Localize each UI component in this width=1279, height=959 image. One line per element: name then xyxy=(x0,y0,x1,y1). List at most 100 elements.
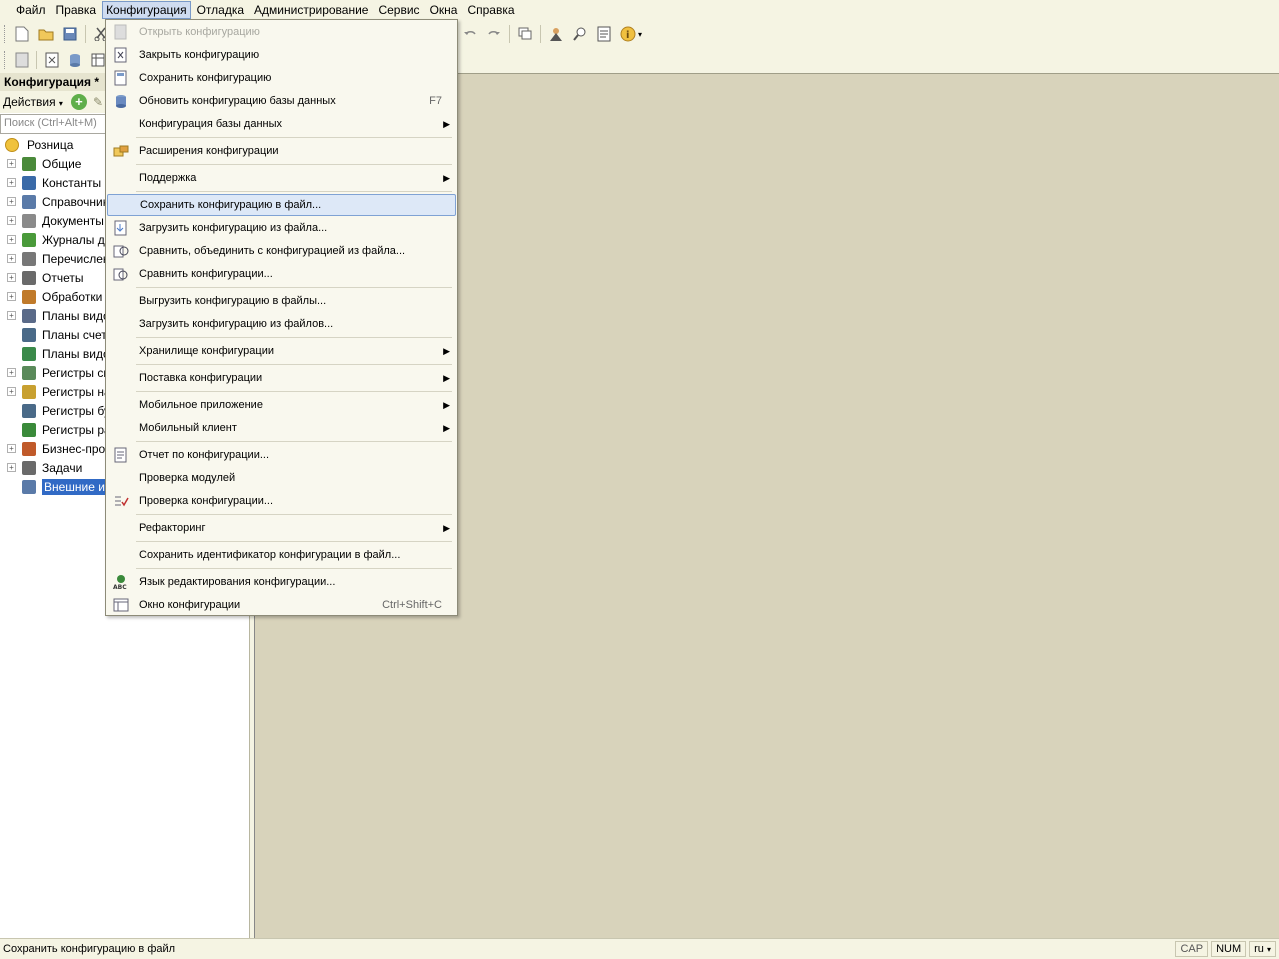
status-text: Сохранить конфигурацию в файл xyxy=(3,943,176,955)
menu-separator xyxy=(136,337,452,338)
menu-item[interactable]: Поставка конфигурации ▶ xyxy=(107,367,456,389)
menu-item[interactable]: Проверка конфигурации... xyxy=(107,490,456,512)
menu-shortcut: F7 xyxy=(429,95,442,107)
find-icon[interactable] xyxy=(570,24,590,44)
expand-icon[interactable]: + xyxy=(7,463,16,472)
database-icon[interactable] xyxy=(65,50,84,70)
menu-item[interactable]: Сравнить, объединить с конфигурацией из … xyxy=(107,240,456,262)
open-config-icon xyxy=(113,24,129,40)
menu-configuration[interactable]: Конфигурация xyxy=(102,1,191,19)
update-db-icon xyxy=(113,93,129,109)
menu-item[interactable]: Открыть конфигурацию xyxy=(107,21,456,43)
menu-item[interactable]: Выгрузить конфигурацию в файлы... xyxy=(107,290,456,312)
toolbar-separator xyxy=(85,25,86,43)
menu-administration[interactable]: Администрирование xyxy=(250,1,372,19)
load-file-icon xyxy=(113,220,129,236)
submenu-arrow-icon: ▶ xyxy=(443,172,450,183)
menu-item[interactable]: Закрыть конфигурацию xyxy=(107,44,456,66)
menu-bar: Файл Правка Конфигурация Отладка Админис… xyxy=(0,0,1279,20)
redo-icon[interactable] xyxy=(484,24,504,44)
menu-file[interactable]: Файл xyxy=(12,1,50,19)
config-tree-icon[interactable] xyxy=(12,50,31,70)
menu-item[interactable]: Сохранить конфигурацию xyxy=(107,67,456,89)
expand-icon[interactable]: + xyxy=(7,311,16,320)
expand-icon[interactable]: + xyxy=(7,368,16,377)
menu-item-label: Сравнить конфигурации... xyxy=(139,268,273,280)
menu-windows[interactable]: Окна xyxy=(426,1,462,19)
menu-icon-placeholder xyxy=(113,116,129,132)
menu-item[interactable]: Поддержка ▶ xyxy=(107,167,456,189)
language-selector[interactable]: ru ▾ xyxy=(1249,941,1276,957)
toolbar-grip[interactable] xyxy=(4,25,7,43)
expand-icon[interactable]: + xyxy=(7,254,16,263)
tree-item-label: Бизнес-проц xyxy=(42,441,113,456)
windows-icon[interactable] xyxy=(515,24,535,44)
expand-icon[interactable]: + xyxy=(7,178,16,187)
tree-item-label: Регистры ра xyxy=(42,422,111,437)
expand-icon[interactable]: + xyxy=(7,273,16,282)
tree-item-label: Внешние ис xyxy=(42,478,113,495)
menu-item[interactable]: Мобильное приложение ▶ xyxy=(107,394,456,416)
abc-language-icon: ABC xyxy=(113,574,129,591)
menu-shortcut: Ctrl+Shift+C xyxy=(382,599,442,611)
expand-icon[interactable]: + xyxy=(7,235,16,244)
menu-item[interactable]: ABC Язык редактирования конфигурации... xyxy=(107,571,456,593)
menu-item[interactable]: Хранилище конфигурации ▶ xyxy=(107,340,456,362)
tree-item-label: Документы xyxy=(42,213,104,228)
tree-item-label: Константы xyxy=(42,175,102,190)
undo-icon[interactable] xyxy=(460,24,480,44)
menu-item-label: Проверка модулей xyxy=(139,472,236,484)
info-icon[interactable]: i xyxy=(618,24,638,44)
menu-item[interactable]: Конфигурация базы данных ▶ xyxy=(107,113,456,135)
menu-item-label: Сравнить, объединить с конфигурацией из … xyxy=(139,245,406,257)
expand-icon[interactable]: + xyxy=(7,292,16,301)
menu-item[interactable]: Проверка модулей xyxy=(107,467,456,489)
menu-separator xyxy=(136,514,452,515)
save-icon[interactable] xyxy=(60,24,80,44)
menu-item[interactable]: Обновить конфигурацию базы данных F7 xyxy=(107,90,456,112)
menu-item[interactable]: Загрузить конфигурацию из файлов... xyxy=(107,313,456,335)
config-close-icon[interactable] xyxy=(42,50,61,70)
menu-service[interactable]: Сервис xyxy=(374,1,423,19)
open-folder-icon[interactable] xyxy=(36,24,56,44)
report-icon xyxy=(113,447,129,463)
menu-item[interactable]: Сохранить конфигурацию в файл... xyxy=(107,194,456,216)
menu-item[interactable]: Расширения конфигурации xyxy=(107,140,456,162)
add-icon[interactable]: + xyxy=(70,94,87,110)
actions-menu-button[interactable]: Действия ▾ xyxy=(3,95,63,109)
menu-edit[interactable]: Правка xyxy=(52,1,101,19)
expand-icon[interactable]: + xyxy=(7,197,16,206)
menu-item[interactable]: Окно конфигурации Ctrl+Shift+C xyxy=(107,594,456,616)
menu-item[interactable]: Мобильный клиент ▶ xyxy=(107,417,456,439)
compare-icon xyxy=(113,266,129,282)
tree-item-icon xyxy=(22,479,36,494)
toolbar-overflow-icon[interactable]: ▾ xyxy=(638,30,642,39)
menu-item-label: Сохранить конфигурацию в файл... xyxy=(140,199,322,211)
expand-icon[interactable]: + xyxy=(7,387,16,396)
tree-item-icon xyxy=(22,346,36,361)
expand-icon[interactable]: + xyxy=(7,159,16,168)
tree-item-label: Планы счето xyxy=(42,327,114,342)
toolbar-grip[interactable] xyxy=(4,51,7,69)
menu-item-label: Окно конфигурации xyxy=(139,599,241,611)
menu-item[interactable]: Рефакторинг ▶ xyxy=(107,517,456,539)
tree-item-icon xyxy=(22,308,36,323)
tree-item-icon xyxy=(22,156,36,171)
menu-item[interactable]: Сохранить идентификатор конфигурации в ф… xyxy=(107,544,456,566)
syntax-assistant-icon[interactable] xyxy=(594,24,614,44)
menu-debug[interactable]: Отладка xyxy=(193,1,248,19)
debug-person-icon[interactable] xyxy=(546,24,566,44)
expand-icon[interactable]: + xyxy=(7,444,16,453)
menu-item[interactable]: Отчет по конфигурации... xyxy=(107,444,456,466)
new-document-icon[interactable] xyxy=(12,24,32,44)
svg-text:i: i xyxy=(626,30,629,41)
expand-icon[interactable]: + xyxy=(7,216,16,225)
actions-label: Действия xyxy=(3,95,56,109)
configuration-menu: Открыть конфигурацию Закрыть конфигурацию… xyxy=(105,19,458,616)
tree-item-icon xyxy=(22,384,36,399)
menu-help[interactable]: Справка xyxy=(463,1,518,19)
edit-pencil-icon[interactable]: ✎ xyxy=(93,95,103,109)
menu-item[interactable]: Загрузить конфигурацию из файла... xyxy=(107,217,456,239)
menu-item[interactable]: Сравнить конфигурации... xyxy=(107,263,456,285)
menu-separator xyxy=(136,441,452,442)
